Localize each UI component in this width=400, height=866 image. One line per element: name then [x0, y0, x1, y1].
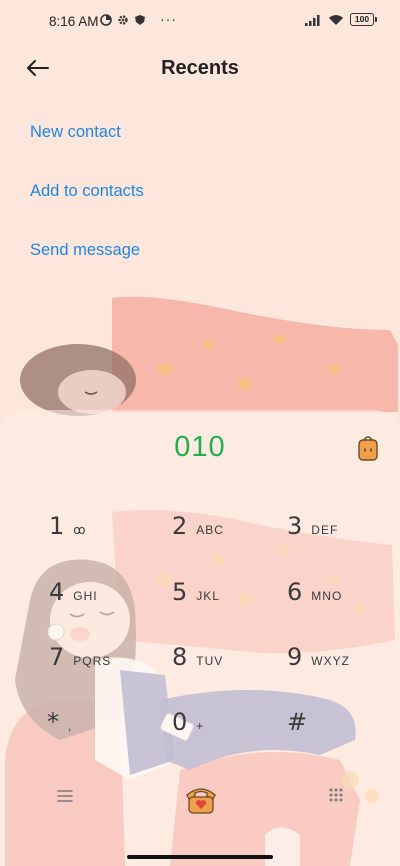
- key-2[interactable]: 2 ABC: [172, 512, 282, 556]
- key-4[interactable]: 4 GHI: [49, 578, 159, 622]
- battery-level: 100: [354, 14, 370, 24]
- send-message-link[interactable]: Send message: [30, 241, 140, 260]
- key-8[interactable]: 8 TUV: [172, 643, 282, 687]
- key-letters: TUV: [196, 654, 224, 668]
- key-digit: #: [287, 708, 308, 736]
- gear-icon: [118, 15, 128, 25]
- new-contact-link[interactable]: New contact: [30, 123, 121, 142]
- status-system-icons: 100: [305, 13, 377, 26]
- home-indicator[interactable]: [127, 855, 273, 859]
- key-digit: 1: [49, 512, 65, 540]
- key-digit: 4: [49, 578, 65, 606]
- key-3[interactable]: 3 DEF: [287, 512, 397, 556]
- key-digit: 7: [49, 643, 65, 671]
- key-letters: GHI: [73, 589, 98, 603]
- paste-icon[interactable]: [357, 434, 379, 462]
- data-saver-icon: [100, 14, 112, 26]
- key-6[interactable]: 6 MNO: [287, 578, 397, 622]
- dialpad-icon[interactable]: [328, 788, 344, 804]
- status-time: 8:16 AM: [49, 14, 99, 29]
- key-7[interactable]: 7 PQRS: [49, 643, 159, 687]
- key-digit: 3: [287, 512, 303, 540]
- key-digit: 5: [172, 578, 188, 606]
- signal-icon: [305, 14, 320, 26]
- key-digit: 9: [287, 643, 303, 671]
- key-digit: 2: [172, 512, 188, 540]
- key-digit: 8: [172, 643, 188, 671]
- key-letters: WXYZ: [311, 654, 350, 668]
- key-1[interactable]: 1ꝏ: [49, 512, 159, 556]
- key-letters: MNO: [311, 589, 343, 603]
- voicemail-icon: ꝏ: [73, 523, 87, 537]
- key-letters: ABC: [196, 523, 224, 537]
- key-star[interactable]: *,: [47, 708, 157, 752]
- call-icon[interactable]: [183, 781, 219, 815]
- add-to-contacts-link[interactable]: Add to contacts: [30, 182, 144, 201]
- status-notification-icons: [100, 14, 146, 26]
- key-letters: +: [196, 719, 205, 733]
- page-title: Recents: [161, 57, 239, 79]
- wifi-icon: [329, 14, 343, 25]
- key-digit: 0: [172, 708, 188, 736]
- key-letters: PQRS: [73, 654, 112, 668]
- menu-icon[interactable]: [57, 789, 73, 803]
- key-hash[interactable]: #: [287, 708, 397, 752]
- shield-icon: [135, 15, 145, 25]
- status-bar: 8:16 AM ··· 100: [0, 0, 400, 44]
- key-letters: JKL: [196, 589, 220, 603]
- key-letters: DEF: [311, 523, 339, 537]
- key-9[interactable]: 9 WXYZ: [287, 643, 397, 687]
- key-0[interactable]: 0 +: [172, 708, 282, 752]
- key-5[interactable]: 5 JKL: [172, 578, 282, 622]
- key-letters: ,: [68, 719, 73, 733]
- key-digit: *: [47, 708, 59, 736]
- key-digit: 6: [287, 578, 303, 606]
- dialed-number[interactable]: 010: [0, 431, 400, 464]
- more-notifications-indicator: ···: [160, 11, 177, 27]
- battery-icon: 100: [350, 13, 377, 26]
